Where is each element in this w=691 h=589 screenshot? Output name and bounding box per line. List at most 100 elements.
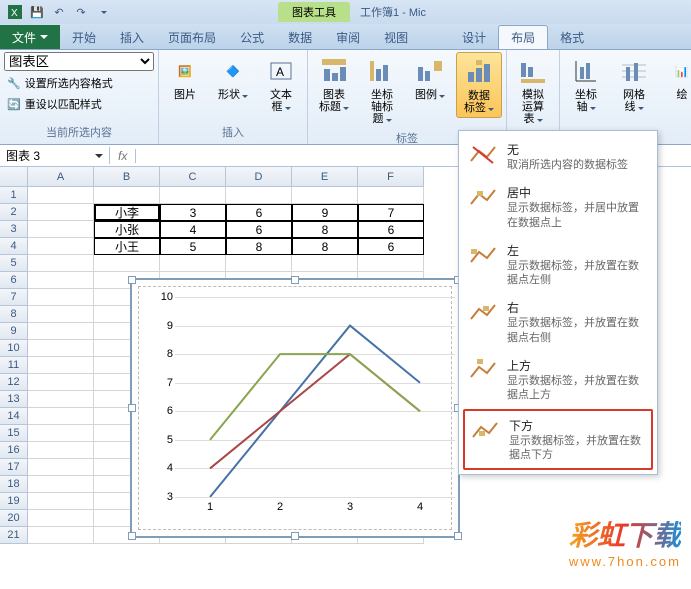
cell[interactable] bbox=[28, 238, 94, 255]
row-header[interactable]: 13 bbox=[0, 391, 28, 408]
cell[interactable]: 7 bbox=[358, 204, 424, 221]
cell[interactable] bbox=[28, 425, 94, 442]
cell[interactable]: 小张 bbox=[94, 221, 160, 238]
row-header[interactable]: 1 bbox=[0, 187, 28, 204]
cell[interactable] bbox=[28, 306, 94, 323]
cell[interactable] bbox=[28, 391, 94, 408]
data-labels-option-2[interactable]: 左显示数据标签，并放置在数据点左侧 bbox=[463, 236, 653, 294]
cell[interactable]: 6 bbox=[358, 221, 424, 238]
cell[interactable] bbox=[28, 510, 94, 527]
cell[interactable]: 6 bbox=[358, 238, 424, 255]
tab-home[interactable]: 开始 bbox=[60, 25, 108, 49]
cell[interactable] bbox=[28, 204, 94, 221]
tab-file[interactable]: 文件 bbox=[0, 25, 60, 49]
tab-page-layout[interactable]: 页面布局 bbox=[156, 25, 228, 49]
cell[interactable] bbox=[28, 357, 94, 374]
data-labels-option-5[interactable]: 下方显示数据标签，并放置在数据点下方 bbox=[463, 409, 653, 471]
cell[interactable]: 8 bbox=[226, 238, 292, 255]
row-header[interactable]: 7 bbox=[0, 289, 28, 306]
row-header[interactable]: 19 bbox=[0, 493, 28, 510]
row-header[interactable]: 17 bbox=[0, 459, 28, 476]
data-labels-option-4[interactable]: 上方显示数据标签，并放置在数据点上方 bbox=[463, 351, 653, 409]
data-labels-option-3[interactable]: 右显示数据标签，并放置在数据点右侧 bbox=[463, 293, 653, 351]
resize-handle[interactable] bbox=[128, 276, 136, 284]
shapes-button[interactable]: 🔷形状 bbox=[211, 52, 255, 104]
tab-design[interactable]: 设计 bbox=[450, 25, 498, 49]
name-box[interactable]: 图表 3 bbox=[0, 147, 110, 164]
cell[interactable]: 8 bbox=[292, 221, 358, 238]
fx-button[interactable]: fx bbox=[110, 149, 136, 163]
cell[interactable] bbox=[28, 255, 94, 272]
row-header[interactable]: 18 bbox=[0, 476, 28, 493]
tab-insert[interactable]: 插入 bbox=[108, 25, 156, 49]
tab-view[interactable]: 视图 bbox=[372, 25, 420, 49]
row-header[interactable]: 4 bbox=[0, 238, 28, 255]
cell[interactable] bbox=[160, 255, 226, 272]
row-header[interactable]: 16 bbox=[0, 442, 28, 459]
legend-button[interactable]: 图例 bbox=[408, 52, 452, 104]
cell[interactable]: 8 bbox=[292, 238, 358, 255]
cell[interactable] bbox=[292, 255, 358, 272]
cell[interactable]: 小王 bbox=[94, 238, 160, 255]
row-header[interactable]: 15 bbox=[0, 425, 28, 442]
redo-icon[interactable]: ↷ bbox=[72, 3, 90, 21]
cell[interactable] bbox=[28, 340, 94, 357]
cell[interactable]: 5 bbox=[160, 238, 226, 255]
chart-title-button[interactable]: 图表标题 bbox=[312, 52, 356, 116]
cell[interactable] bbox=[28, 221, 94, 238]
row-header[interactable]: 14 bbox=[0, 408, 28, 425]
reset-style-button[interactable]: 🔄重设以匹配样式 bbox=[4, 95, 154, 113]
chart-element-selector[interactable]: 图表区 bbox=[4, 52, 154, 71]
axis-title-button[interactable]: 坐标轴标题 bbox=[360, 52, 404, 128]
picture-button[interactable]: 🖼️图片 bbox=[163, 52, 207, 104]
column-header[interactable]: E bbox=[292, 167, 358, 187]
row-header[interactable]: 10 bbox=[0, 340, 28, 357]
data-labels-button[interactable]: 数据标签 bbox=[456, 52, 502, 118]
tab-formulas[interactable]: 公式 bbox=[228, 25, 276, 49]
save-icon[interactable]: 💾 bbox=[28, 3, 46, 21]
tab-layout[interactable]: 布局 bbox=[498, 25, 548, 49]
resize-handle[interactable] bbox=[291, 276, 299, 284]
cell[interactable] bbox=[28, 493, 94, 510]
cell[interactable] bbox=[94, 187, 160, 204]
textbox-button[interactable]: A文本框 bbox=[259, 52, 303, 116]
cell[interactable] bbox=[28, 289, 94, 306]
chart-object[interactable]: 345678910 1234 bbox=[130, 278, 460, 538]
row-header[interactable]: 12 bbox=[0, 374, 28, 391]
cell[interactable] bbox=[94, 255, 160, 272]
qat-dropdown-icon[interactable] bbox=[94, 3, 112, 21]
column-header[interactable]: A bbox=[28, 167, 94, 187]
cell[interactable]: 4 bbox=[160, 221, 226, 238]
cell[interactable] bbox=[160, 187, 226, 204]
cell[interactable] bbox=[28, 459, 94, 476]
tab-review[interactable]: 审阅 bbox=[324, 25, 372, 49]
resize-handle[interactable] bbox=[454, 532, 462, 540]
row-header[interactable]: 3 bbox=[0, 221, 28, 238]
axes-button[interactable]: 坐标轴 bbox=[564, 52, 608, 116]
cell[interactable]: 6 bbox=[226, 204, 292, 221]
cell[interactable] bbox=[292, 187, 358, 204]
data-table-button[interactable]: 模拟运算表 bbox=[511, 52, 555, 128]
resize-handle[interactable] bbox=[291, 532, 299, 540]
data-labels-option-1[interactable]: 居中显示数据标签，并居中放置在数据点上 bbox=[463, 178, 653, 236]
cell[interactable] bbox=[28, 442, 94, 459]
tab-data[interactable]: 数据 bbox=[276, 25, 324, 49]
resize-handle[interactable] bbox=[128, 532, 136, 540]
cell[interactable] bbox=[28, 476, 94, 493]
cell[interactable] bbox=[358, 255, 424, 272]
row-header[interactable]: 8 bbox=[0, 306, 28, 323]
row-header[interactable]: 6 bbox=[0, 272, 28, 289]
cell[interactable] bbox=[28, 187, 94, 204]
cell[interactable]: 3 bbox=[160, 204, 226, 221]
chart-area[interactable]: 345678910 1234 bbox=[138, 286, 452, 530]
cell[interactable] bbox=[28, 374, 94, 391]
format-selection-button[interactable]: 🔧设置所选内容格式 bbox=[4, 74, 154, 92]
row-header[interactable]: 21 bbox=[0, 527, 28, 544]
data-labels-option-0[interactable]: 无取消所选内容的数据标签 bbox=[463, 135, 653, 178]
row-header[interactable]: 20 bbox=[0, 510, 28, 527]
cell[interactable]: 9 bbox=[292, 204, 358, 221]
cell[interactable] bbox=[28, 408, 94, 425]
column-header[interactable]: B bbox=[94, 167, 160, 187]
cell[interactable] bbox=[28, 527, 94, 544]
cell[interactable]: 6 bbox=[226, 221, 292, 238]
